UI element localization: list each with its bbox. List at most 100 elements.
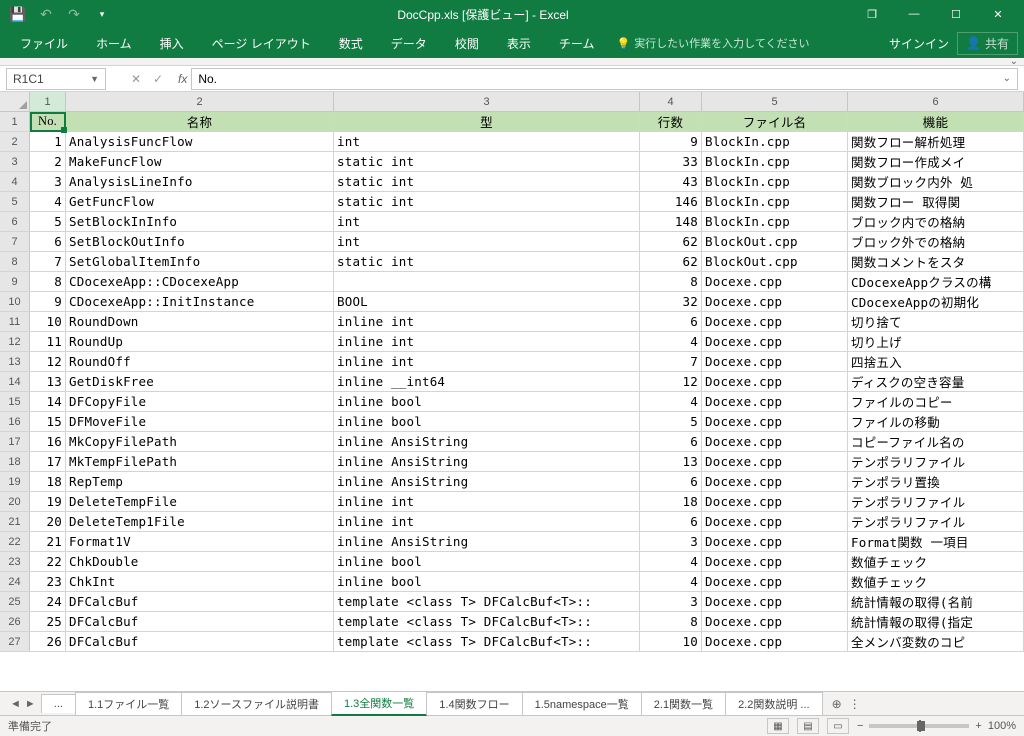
- cell[interactable]: int: [334, 212, 640, 231]
- cell[interactable]: 6: [640, 512, 702, 531]
- cell[interactable]: 8: [30, 272, 66, 291]
- cell[interactable]: Docexe.cpp: [702, 572, 848, 591]
- row-header[interactable]: 1: [0, 112, 30, 131]
- cell[interactable]: BlockIn.cpp: [702, 152, 848, 171]
- cell[interactable]: テンポラリファイル: [848, 452, 1024, 471]
- cell[interactable]: 統計情報の取得(指定: [848, 612, 1024, 631]
- cell[interactable]: Docexe.cpp: [702, 352, 848, 371]
- cell[interactable]: inline AnsiString: [334, 532, 640, 551]
- cell[interactable]: 8: [640, 612, 702, 631]
- row-header[interactable]: 14: [0, 372, 30, 391]
- share-button[interactable]: 👤共有: [957, 32, 1018, 55]
- cell[interactable]: inline int: [334, 512, 640, 531]
- cell[interactable]: 3: [640, 532, 702, 551]
- worksheet-grid[interactable]: 1 2 3 4 5 6 1No.名称型行数ファイル名機能21AnalysisFu…: [0, 92, 1024, 691]
- cell[interactable]: 関数フロー作成メイ: [848, 152, 1024, 171]
- cell[interactable]: Format1V: [66, 532, 334, 551]
- cell[interactable]: 26: [30, 632, 66, 651]
- cell[interactable]: 関数ブロック内外 処: [848, 172, 1024, 191]
- collapse-icon[interactable]: ⌄: [1010, 56, 1018, 67]
- cell[interactable]: Docexe.cpp: [702, 512, 848, 531]
- signin-link[interactable]: サインイン: [889, 35, 949, 52]
- cell[interactable]: Docexe.cpp: [702, 432, 848, 451]
- minimize-icon[interactable]: —: [894, 2, 934, 26]
- cell[interactable]: CDocexeApp::InitInstance: [66, 292, 334, 311]
- cell[interactable]: DeleteTemp1File: [66, 512, 334, 531]
- maximize-icon[interactable]: ☐: [936, 2, 976, 26]
- row-header[interactable]: 2: [0, 132, 30, 151]
- view-pagebreak-icon[interactable]: ▭: [827, 718, 849, 734]
- cell[interactable]: Docexe.cpp: [702, 412, 848, 431]
- cell[interactable]: BlockOut.cpp: [702, 232, 848, 251]
- cell[interactable]: int: [334, 132, 640, 151]
- cell[interactable]: inline int: [334, 312, 640, 331]
- cell[interactable]: 14: [30, 392, 66, 411]
- undo-icon[interactable]: ↶: [34, 2, 58, 26]
- cell[interactable]: [334, 272, 640, 291]
- cell[interactable]: ブロック内での格納: [848, 212, 1024, 231]
- cell[interactable]: Docexe.cpp: [702, 332, 848, 351]
- cell[interactable]: Docexe.cpp: [702, 452, 848, 471]
- cell[interactable]: 関数コメントをスタ: [848, 252, 1024, 271]
- cell[interactable]: 関数フロー解析処理: [848, 132, 1024, 151]
- tell-me[interactable]: 💡実行したい作業を入力してください: [616, 35, 809, 51]
- cell[interactable]: 6: [640, 312, 702, 331]
- cell[interactable]: 16: [30, 432, 66, 451]
- ribbon-options-icon[interactable]: ❐: [852, 2, 892, 26]
- cell[interactable]: Docexe.cpp: [702, 272, 848, 291]
- cell[interactable]: Docexe.cpp: [702, 612, 848, 631]
- cell[interactable]: 13: [640, 452, 702, 471]
- cell[interactable]: inline __int64: [334, 372, 640, 391]
- cell[interactable]: DFCalcBuf: [66, 592, 334, 611]
- cell[interactable]: 43: [640, 172, 702, 191]
- fx-icon[interactable]: fx: [174, 72, 191, 86]
- row-header[interactable]: 25: [0, 592, 30, 611]
- sheet-tab[interactable]: 1.2ソースファイル説明書: [181, 692, 332, 715]
- cell[interactable]: Docexe.cpp: [702, 312, 848, 331]
- cell[interactable]: 4: [640, 332, 702, 351]
- zoom-in-icon[interactable]: +: [975, 720, 981, 732]
- cell[interactable]: BlockIn.cpp: [702, 172, 848, 191]
- sheet-tab[interactable]: 1.5namespace一覧: [522, 692, 642, 715]
- cell[interactable]: Docexe.cpp: [702, 532, 848, 551]
- cell[interactable]: 6: [640, 432, 702, 451]
- cell[interactable]: CDocexeApp::CDocexeApp: [66, 272, 334, 291]
- cell[interactable]: Docexe.cpp: [702, 472, 848, 491]
- cell[interactable]: 8: [640, 272, 702, 291]
- cell[interactable]: 22: [30, 552, 66, 571]
- view-normal-icon[interactable]: ▦: [767, 718, 789, 734]
- cell[interactable]: 四捨五入: [848, 352, 1024, 371]
- cell[interactable]: int: [334, 232, 640, 251]
- row-header[interactable]: 9: [0, 272, 30, 291]
- zoom-slider[interactable]: [869, 724, 969, 728]
- cell[interactable]: 17: [30, 452, 66, 471]
- cell[interactable]: 4: [640, 572, 702, 591]
- cell[interactable]: inline AnsiString: [334, 452, 640, 471]
- cell[interactable]: 3: [640, 592, 702, 611]
- header-cell[interactable]: 名称: [66, 112, 334, 131]
- cell[interactable]: テンポラリファイル: [848, 492, 1024, 511]
- cell[interactable]: GetFuncFlow: [66, 192, 334, 211]
- cell[interactable]: 18: [640, 492, 702, 511]
- cell[interactable]: 4: [30, 192, 66, 211]
- save-icon[interactable]: 💾: [6, 2, 30, 26]
- name-box[interactable]: R1C1▼: [6, 68, 106, 90]
- expand-fbar-icon[interactable]: ⌄: [1003, 73, 1011, 84]
- cell[interactable]: inline AnsiString: [334, 432, 640, 451]
- col-header[interactable]: 1: [30, 92, 66, 111]
- view-layout-icon[interactable]: ▤: [797, 718, 819, 734]
- sheet-tab[interactable]: 1.4関数フロー: [426, 692, 522, 715]
- sheet-tab-more[interactable]: ...: [41, 694, 76, 713]
- cell[interactable]: ChkDouble: [66, 552, 334, 571]
- cell[interactable]: DFCalcBuf: [66, 612, 334, 631]
- cell[interactable]: Docexe.cpp: [702, 552, 848, 571]
- cell[interactable]: DFCopyFile: [66, 392, 334, 411]
- cell[interactable]: 統計情報の取得(名前: [848, 592, 1024, 611]
- sheet-tab[interactable]: 2.1関数一覧: [641, 692, 726, 715]
- cell[interactable]: 15: [30, 412, 66, 431]
- cell[interactable]: 5: [30, 212, 66, 231]
- cell[interactable]: 13: [30, 372, 66, 391]
- cell[interactable]: SetBlockInInfo: [66, 212, 334, 231]
- cell[interactable]: 数値チェック: [848, 572, 1024, 591]
- tab-nav-first-icon[interactable]: ◄: [10, 698, 21, 710]
